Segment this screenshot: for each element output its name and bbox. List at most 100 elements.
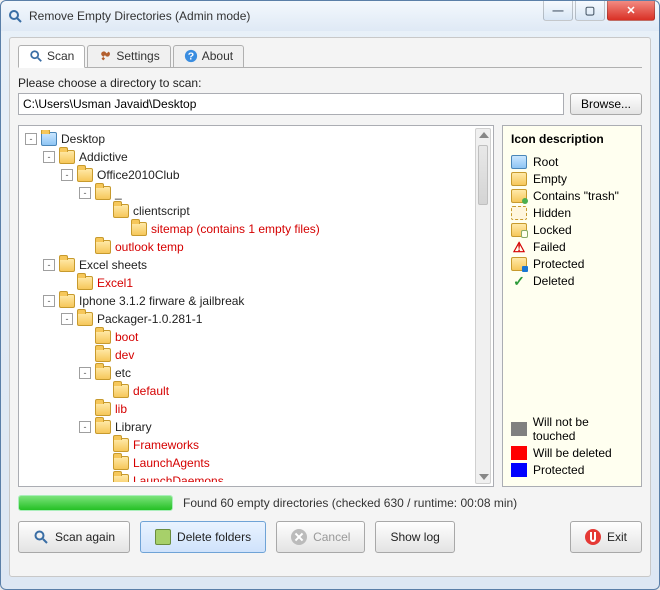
folder-icon — [95, 240, 111, 254]
search-icon — [29, 49, 43, 63]
show-log-button[interactable]: Show log — [375, 521, 454, 553]
cancel-button[interactable]: Cancel — [276, 521, 365, 553]
tree-node-label: Frameworks — [133, 436, 199, 454]
legend-swatch-row: Protected — [511, 463, 633, 477]
button-label: Show log — [390, 530, 439, 544]
wrench-icon — [98, 49, 112, 63]
directory-input[interactable] — [18, 93, 564, 115]
tree-node-label: default — [133, 382, 169, 400]
expander-icon[interactable]: - — [61, 313, 73, 325]
minimize-button[interactable]: — — [543, 1, 573, 21]
expander-icon[interactable]: - — [43, 151, 55, 163]
tree-node-label: Library — [115, 418, 152, 436]
tree-node[interactable]: outlook temp — [25, 238, 473, 256]
close-button[interactable]: ✕ — [607, 1, 655, 21]
button-label: Cancel — [313, 530, 350, 544]
expander-icon[interactable]: - — [79, 187, 91, 199]
tree-node-label: lib — [115, 400, 127, 418]
legend-row: Locked — [511, 223, 633, 237]
locked-icon — [511, 223, 527, 237]
button-row: Scan again Delete folders Cancel Show lo… — [18, 521, 642, 553]
expander-icon[interactable]: - — [25, 133, 37, 145]
tree-node[interactable]: default — [25, 382, 473, 400]
expander-icon — [97, 439, 109, 451]
tree-node[interactable]: dev — [25, 346, 473, 364]
button-label: Scan again — [55, 530, 115, 544]
tree-node[interactable]: - Desktop — [25, 130, 473, 148]
button-label: Exit — [607, 530, 627, 544]
color-swatch-blue — [511, 463, 527, 477]
tree-node[interactable]: - Excel sheets — [25, 256, 473, 274]
tree-node-label: clientscript — [133, 202, 190, 220]
color-swatch-red — [511, 446, 527, 460]
legend-label: Contains "trash" — [533, 189, 619, 203]
tree-node[interactable]: -Addictive — [25, 148, 473, 166]
hidden-icon — [511, 206, 527, 220]
expander-icon[interactable]: - — [79, 421, 91, 433]
tree-node[interactable]: -_ — [25, 184, 473, 202]
scrollbar-thumb[interactable] — [478, 145, 488, 205]
protected-icon — [511, 257, 527, 271]
tree-node[interactable]: -Office2010Club — [25, 166, 473, 184]
legend-row: ✓Deleted — [511, 274, 633, 288]
expander-icon — [115, 223, 127, 235]
folder-icon — [113, 438, 129, 452]
tree-node[interactable]: clientscript — [25, 202, 473, 220]
legend-row: Root — [511, 155, 633, 169]
expander-icon — [97, 385, 109, 397]
folder-icon — [77, 168, 93, 182]
tab-settings[interactable]: Settings — [87, 45, 170, 67]
expander-icon — [79, 349, 91, 361]
tree-node[interactable]: - Packager-1.0.281-1 — [25, 310, 473, 328]
browse-button[interactable]: Browse... — [570, 93, 642, 115]
folder-icon — [59, 258, 75, 272]
tree-pane[interactable]: -Desktop-Addictive-Office2010Club-_clien… — [18, 125, 494, 487]
expander-icon — [61, 277, 73, 289]
tree-node[interactable]: - Library — [25, 418, 473, 436]
legend-row: Hidden — [511, 206, 633, 220]
folder-icon — [113, 204, 129, 218]
tab-scan[interactable]: Scan — [18, 45, 85, 68]
tree-node[interactable]: - Iphone 3.1.2 firware & jailbreak — [25, 292, 473, 310]
expander-icon[interactable]: - — [43, 259, 55, 271]
tree-node[interactable]: lib — [25, 400, 473, 418]
tree-node[interactable]: LaunchAgents — [25, 454, 473, 472]
expander-icon — [79, 241, 91, 253]
tree-node-label: outlook temp — [115, 238, 184, 256]
tree-node[interactable]: sitemap (contains 1 empty files) — [25, 220, 473, 238]
folder-icon — [77, 312, 93, 326]
folder-icon — [95, 348, 111, 362]
delete-folders-button[interactable]: Delete folders — [140, 521, 266, 553]
legend-title: Icon description — [511, 132, 633, 146]
tree-node-label: Excel sheets — [79, 256, 147, 274]
tree-node-label: Desktop — [61, 130, 105, 148]
tree-node-label: Packager-1.0.281-1 — [97, 310, 202, 328]
directory-row: Browse... — [18, 93, 642, 115]
tree-node-label: etc — [115, 364, 131, 382]
tree-node[interactable]: Frameworks — [25, 436, 473, 454]
tree-node-label: Iphone 3.1.2 firware & jailbreak — [79, 292, 244, 310]
button-label: Delete folders — [177, 530, 251, 544]
trash-icon — [155, 529, 171, 545]
app-icon — [7, 8, 23, 24]
vertical-scrollbar[interactable] — [475, 128, 491, 484]
scan-again-button[interactable]: Scan again — [18, 521, 130, 553]
legend-label: Protected — [533, 257, 584, 271]
exit-button[interactable]: Exit — [570, 521, 642, 553]
color-swatch-gray — [511, 422, 527, 436]
expander-icon[interactable]: - — [43, 295, 55, 307]
tab-about[interactable]: ? About — [173, 45, 244, 67]
expander-icon[interactable]: - — [61, 169, 73, 181]
tree-node[interactable]: boot — [25, 328, 473, 346]
folder-icon — [77, 276, 93, 290]
deleted-icon: ✓ — [511, 274, 527, 288]
app-window: Remove Empty Directories (Admin mode) — … — [0, 0, 660, 590]
maximize-button[interactable]: ▢ — [575, 1, 605, 21]
tree-node[interactable]: - etc — [25, 364, 473, 382]
legend-swatch-row: Will be deleted — [511, 446, 633, 460]
expander-icon[interactable]: - — [79, 367, 91, 379]
tree-node[interactable]: LaunchDaemons — [25, 472, 473, 482]
titlebar[interactable]: Remove Empty Directories (Admin mode) — … — [1, 1, 659, 31]
root-icon — [511, 155, 527, 169]
tree-node[interactable]: Excel1 — [25, 274, 473, 292]
